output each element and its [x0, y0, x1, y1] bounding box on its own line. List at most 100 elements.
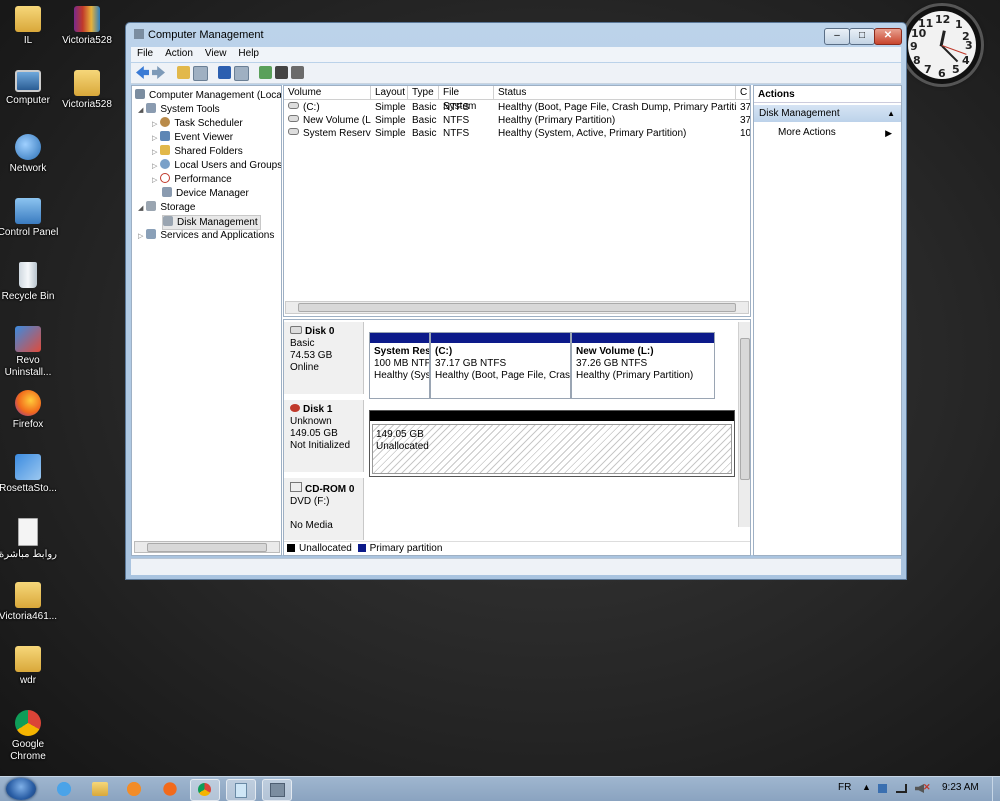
tree-item-device-manager[interactable]: Device Manager: [162, 187, 249, 200]
start-button[interactable]: [6, 778, 36, 800]
expand-arrow-icon[interactable]: ▷: [152, 135, 157, 142]
expand-arrow-icon[interactable]: ▷: [152, 149, 157, 156]
action-more-actions[interactable]: More Actions ▶: [778, 126, 896, 140]
disk-size: 74.53 GB: [290, 350, 333, 361]
desktop-icon-wdr[interactable]: wdr: [0, 646, 60, 687]
clock-number: 6: [938, 67, 946, 80]
menu-view[interactable]: View: [199, 47, 233, 60]
scrollbar-thumb[interactable]: [740, 338, 750, 480]
cell-file-system: NTFS: [443, 128, 470, 139]
notepad-taskbar-icon[interactable]: [226, 779, 256, 801]
show-desktop-button[interactable]: [992, 777, 1000, 801]
desktop-icon-computer[interactable]: Computer: [0, 70, 60, 107]
column-header-file-system[interactable]: File System: [439, 86, 494, 112]
tree-item-shared-folders[interactable]: ▷ Shared Folders: [152, 145, 243, 158]
column-header-type[interactable]: Type: [408, 86, 439, 100]
clock-gadget[interactable]: 12 1 2 3 4 5 6 7 8 9 10 11: [903, 6, 981, 84]
disk-settings-icon[interactable]: [291, 66, 304, 79]
clock-number: 7: [924, 63, 932, 76]
partition-new-volume-l[interactable]: New Volume (L:) 37.26 GB NTFS Healthy (Pri…: [571, 332, 715, 399]
tree-item-task-scheduler[interactable]: ▷ Task Scheduler: [152, 117, 243, 130]
media-player-icon[interactable]: [120, 779, 148, 799]
tree-item-local-users[interactable]: ▷ Local Users and Groups: [152, 159, 281, 172]
disk-icon: [288, 102, 299, 109]
tree-horizontal-scrollbar[interactable]: [134, 541, 280, 553]
collapse-arrow-icon[interactable]: ◢: [138, 107, 143, 114]
partition-system-reserved[interactable]: System Res 100 MB NTF Healthy (Sys: [369, 332, 430, 399]
partition-unallocated[interactable]: 149.05 GB Unallocated: [369, 410, 735, 477]
maximize-button[interactable]: □: [849, 28, 875, 45]
column-header-volume[interactable]: Volume: [284, 86, 371, 100]
collapse-up-icon[interactable]: ▲: [887, 105, 895, 122]
show-hidden-icons[interactable]: ▲: [862, 782, 871, 792]
expand-arrow-icon[interactable]: ▷: [138, 233, 143, 240]
menu-file[interactable]: File: [131, 47, 159, 60]
desktop-icon-victoria528-archive[interactable]: Victoria528: [55, 6, 119, 47]
tree-item-storage[interactable]: ◢ Storage: [138, 201, 195, 214]
column-header-capacity[interactable]: C: [736, 86, 750, 100]
expand-arrow-icon[interactable]: ▷: [152, 177, 157, 184]
menu-action[interactable]: Action: [159, 47, 199, 60]
actions-section-disk-management[interactable]: Disk Management ▲: [754, 105, 901, 122]
properties-icon[interactable]: [275, 66, 288, 79]
cell-layout: Simple: [375, 128, 406, 139]
disk-1-label[interactable]: Disk 1 Unknown 149.05 GB Not Initialized: [284, 400, 364, 472]
disk-icon: [288, 115, 299, 122]
explorer-icon[interactable]: [92, 782, 108, 796]
disk-name: Disk 0: [305, 326, 335, 337]
firefox-taskbar-icon[interactable]: [156, 779, 184, 799]
clock-number: 4: [962, 54, 970, 67]
ie-icon[interactable]: [50, 779, 78, 799]
expand-arrow-icon[interactable]: ▷: [152, 163, 157, 170]
minimize-button[interactable]: ‒: [824, 28, 850, 45]
show-hide-action-pane-icon[interactable]: [234, 66, 249, 81]
tree-item-system-tools[interactable]: ◢ System Tools: [138, 103, 220, 116]
desktop-icon-arabic-doc[interactable]: روابط مباشرة: [0, 518, 60, 561]
desktop-icon-il[interactable]: IL: [0, 6, 60, 47]
language-indicator[interactable]: FR: [838, 782, 851, 793]
table-horizontal-scrollbar[interactable]: [285, 301, 749, 314]
desktop-icon-firefox[interactable]: Firefox: [0, 390, 60, 431]
column-header-status[interactable]: Status: [494, 86, 736, 100]
cell-volume: System Reserved: [284, 127, 371, 140]
tree-item-performance[interactable]: ▷ Performance: [152, 173, 232, 186]
chrome-taskbar-icon[interactable]: [190, 779, 220, 801]
computer-management-taskbar-icon[interactable]: [262, 779, 292, 801]
desktop-icon-victoria528-folder[interactable]: Victoria528: [55, 70, 119, 111]
desktop-icon-revo[interactable]: Revo Uninstall...: [0, 326, 60, 379]
forward-icon[interactable]: [152, 66, 165, 79]
desktop-icon-recycle-bin[interactable]: Recycle Bin: [0, 262, 60, 303]
tree-root[interactable]: Computer Management (Local: [135, 89, 282, 102]
taskbar-clock[interactable]: 9:23 AM: [942, 782, 979, 793]
cell-capacity: 37: [740, 115, 750, 126]
refresh-icon[interactable]: [259, 66, 272, 79]
show-hide-tree-icon[interactable]: [193, 66, 208, 81]
close-button[interactable]: ✕: [874, 28, 902, 45]
tree-item-services[interactable]: ▷ Services and Applications: [138, 229, 274, 242]
cdrom-0-label[interactable]: CD-ROM 0 DVD (F:) No Media: [284, 478, 364, 540]
expand-arrow-icon[interactable]: ▷: [152, 121, 157, 128]
clock-icon: [160, 117, 171, 127]
desktop-icon-victoria461[interactable]: Victoria461...: [0, 582, 60, 623]
tree-item-disk-management[interactable]: Disk Management: [162, 215, 261, 230]
desktop-icon-chrome[interactable]: Google Chrome: [0, 710, 60, 763]
tree-label: Computer Management (Local: [149, 90, 282, 101]
scrollbar-thumb[interactable]: [147, 543, 267, 552]
back-icon[interactable]: [136, 66, 149, 79]
desktop-icon-control-panel[interactable]: Control Panel: [0, 198, 60, 239]
collapse-arrow-icon[interactable]: ◢: [138, 205, 143, 212]
up-folder-icon[interactable]: [177, 66, 190, 79]
scrollbar-thumb[interactable]: [298, 303, 736, 312]
help-icon[interactable]: [218, 66, 231, 79]
flag-icon[interactable]: [878, 784, 887, 793]
desktop-icon-rosetta[interactable]: RosettaSto...: [0, 454, 60, 495]
tree-item-event-viewer[interactable]: ▷ Event Viewer: [152, 131, 233, 144]
menu-help[interactable]: Help: [232, 47, 265, 60]
desktop-icon-network[interactable]: Network: [0, 134, 60, 175]
column-header-layout[interactable]: Layout: [371, 86, 408, 100]
network-tray-icon[interactable]: [896, 784, 907, 793]
disk-0-label[interactable]: Disk 0 Basic 74.53 GB Online: [284, 322, 364, 394]
performance-icon: [160, 173, 171, 183]
graphical-view-vertical-scrollbar[interactable]: [738, 322, 750, 527]
partition-c[interactable]: (C:) 37.17 GB NTFS Healthy (Boot, Page Fil…: [430, 332, 571, 399]
